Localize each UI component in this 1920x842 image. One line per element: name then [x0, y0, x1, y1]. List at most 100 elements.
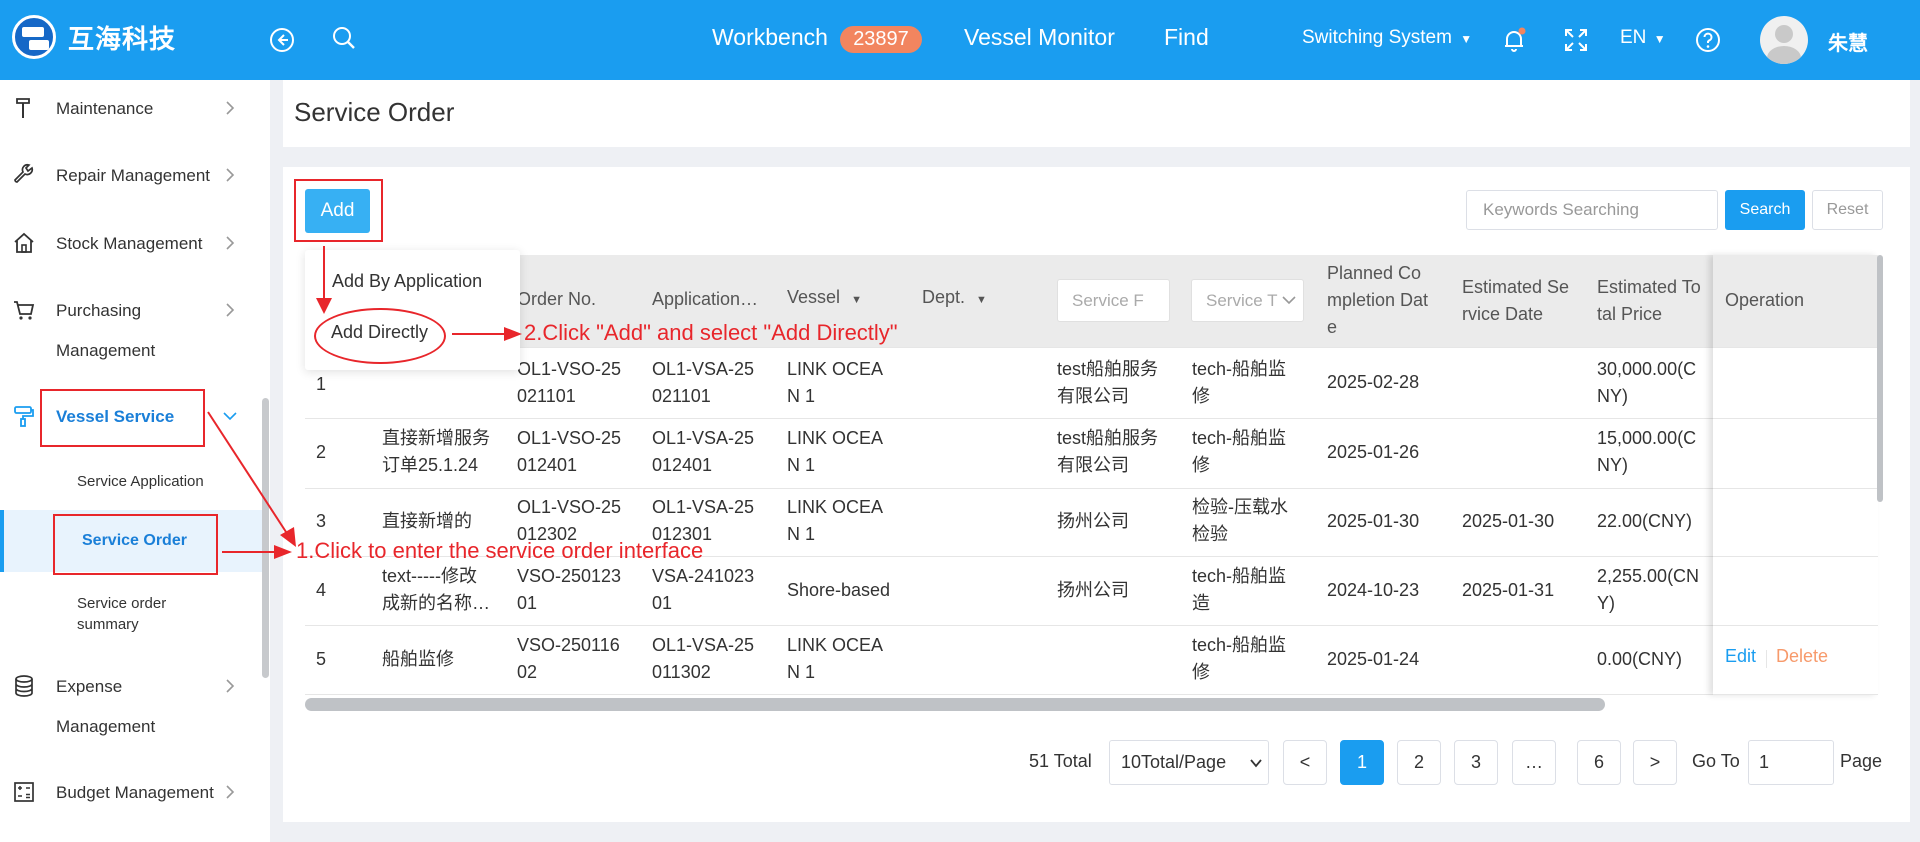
table-horizontal-scrollbar[interactable]: [305, 698, 1605, 711]
cell-order-no: VSO-250123: [517, 566, 622, 586]
page-size-select[interactable]: 10Total/Page: [1109, 740, 1269, 785]
prev-page-button[interactable]: <: [1283, 740, 1327, 785]
cell-name: text-----修改: [382, 566, 477, 586]
cell-planned: 2024-10-23: [1327, 580, 1420, 600]
cell-price: NY): [1597, 455, 1628, 475]
annotation-box-add: [294, 179, 383, 242]
menu-item-add-by-application[interactable]: Add By Application: [332, 271, 482, 292]
avatar[interactable]: [1760, 16, 1808, 64]
cell-application: OL1-VSA-25: [652, 428, 755, 448]
cell-name: 订单25.1.24: [382, 455, 479, 475]
sidebar-item-repair-management[interactable]: Repair Management: [0, 163, 262, 189]
language-label: EN: [1620, 27, 1647, 48]
cell-no: 1: [316, 374, 327, 394]
sidebar-subitem-service-application[interactable]: Service Application: [77, 473, 204, 490]
chevron-right-icon: [226, 236, 235, 250]
cell-vessel: N 1: [787, 524, 816, 544]
page-title-bar: Service Order: [283, 80, 1910, 147]
sidebar-item-stock-management[interactable]: Stock Management: [0, 231, 262, 257]
operation-column-shadow: [1713, 255, 1878, 695]
nav-vessel-monitor[interactable]: Vessel Monitor: [964, 24, 1115, 51]
caret-down-icon: ▼: [1460, 32, 1473, 46]
cell-price: 22.00(CNY): [1597, 511, 1693, 531]
cell-order-no: 02: [517, 662, 538, 682]
reset-button[interactable]: Reset: [1812, 190, 1883, 230]
row-divider: [305, 488, 1878, 489]
col-planned-line3: e: [1327, 317, 1338, 337]
annotation-box-vessel-service: [40, 389, 205, 447]
sidebar-item-label-line2: Management: [56, 341, 156, 360]
cell-order-no: VSO-250116: [517, 635, 620, 655]
cell-order-no: OL1-VSO-25: [517, 497, 622, 517]
search-icon[interactable]: [330, 24, 358, 52]
col-dept-filter[interactable]: Dept. ▼: [922, 284, 987, 314]
search-input[interactable]: Keywords Searching: [1466, 190, 1718, 230]
paint-roller-icon: [14, 406, 34, 427]
cell-application: OL1-VSA-25: [652, 635, 755, 655]
cell-price: Y): [1597, 593, 1615, 613]
cell-service-type: 检验: [1192, 524, 1228, 544]
chevron-down-icon: [223, 412, 237, 421]
fullscreen-icon[interactable]: [1562, 26, 1590, 54]
row-divider: [305, 347, 1878, 348]
cell-service-type: tech-船舶监: [1192, 635, 1287, 655]
switching-system-label: Switching System: [1302, 27, 1452, 48]
top-header: 互海科技 Workbench 23897 Vessel Monitor Find…: [0, 0, 1920, 80]
next-page-button[interactable]: >: [1633, 740, 1677, 785]
page-ellipsis-button[interactable]: …: [1512, 740, 1556, 785]
page-button-6[interactable]: 6: [1577, 740, 1621, 785]
row-divider: [305, 418, 1878, 419]
cell-vessel: LINK OCEA: [787, 428, 884, 448]
page-button-3[interactable]: 3: [1454, 740, 1498, 785]
search-button[interactable]: Search: [1725, 190, 1805, 230]
nav-workbench[interactable]: Workbench: [712, 24, 828, 51]
cell-order-no: 012401: [517, 455, 578, 475]
caret-down-icon: ▼: [976, 294, 987, 306]
service-provider-filter-input[interactable]: Service F: [1057, 279, 1170, 322]
cell-application: 011302: [652, 662, 711, 682]
sidebar-item-maintenance[interactable]: Maintenance: [0, 96, 262, 122]
caret-down-icon: ▼: [851, 294, 862, 306]
cell-service-type: 修: [1192, 662, 1210, 682]
hammer-icon: [16, 98, 30, 118]
username[interactable]: 朱慧: [1828, 27, 1868, 56]
chevron-right-icon: [226, 679, 235, 693]
cell-service-type: 修: [1192, 386, 1210, 406]
cell-application: 021101: [652, 386, 711, 406]
sidebar-item-expense-management[interactable]: Expense Management: [0, 674, 262, 740]
goto-page-input[interactable]: 1: [1748, 740, 1834, 785]
sidebar-scrollbar[interactable]: [262, 398, 269, 678]
table-vertical-scrollbar[interactable]: [1877, 255, 1883, 502]
language-dropdown[interactable]: EN ▼: [1620, 27, 1666, 49]
help-icon[interactable]: [1694, 26, 1722, 54]
annotation-step2-text: 2.Click "Add" and select "Add Directly": [524, 320, 898, 345]
chevron-right-icon: [226, 168, 235, 182]
brand-logo[interactable]: 互海科技: [12, 15, 176, 59]
col-vessel-filter[interactable]: Vessel ▼: [787, 284, 862, 314]
switching-system-dropdown[interactable]: Switching System ▼: [1302, 27, 1472, 49]
page-label: Page: [1840, 751, 1883, 771]
page-button-2[interactable]: 2: [1397, 740, 1441, 785]
sidebar-subitem-service-order-summary[interactable]: Service order: [77, 595, 166, 612]
cell-name: 成新的名称…: [382, 593, 490, 613]
back-circle-icon[interactable]: [268, 26, 296, 54]
sidebar-item-budget-management[interactable]: Budget Management: [0, 780, 262, 806]
chevron-down-icon: [1282, 296, 1296, 305]
pagination-total: 51 Total: [1029, 751, 1092, 771]
cell-vessel: N 1: [787, 455, 816, 475]
col-order-no: Order No.: [517, 289, 597, 309]
bell-icon[interactable]: [1500, 26, 1528, 54]
cell-order-no: 021101: [517, 386, 576, 406]
cell-name: 直接新增的: [382, 511, 472, 531]
page-button-1[interactable]: 1: [1340, 740, 1384, 785]
goto-label: Go To: [1692, 751, 1740, 771]
cell-provider: 扬州公司: [1057, 580, 1129, 600]
cell-vessel: N 1: [787, 662, 816, 682]
sidebar-subitem-service-order-summary-line2[interactable]: summary: [77, 616, 139, 633]
service-type-filter-label: Service T: [1206, 291, 1278, 310]
col-est-date-line2: rvice Date: [1462, 304, 1544, 324]
cell-price: 0.00(CNY): [1597, 649, 1683, 669]
nav-find[interactable]: Find: [1164, 24, 1209, 51]
sidebar-item-purchasing-management[interactable]: Purchasing Management: [0, 298, 262, 364]
col-est-price-line2: tal Price: [1597, 304, 1663, 324]
